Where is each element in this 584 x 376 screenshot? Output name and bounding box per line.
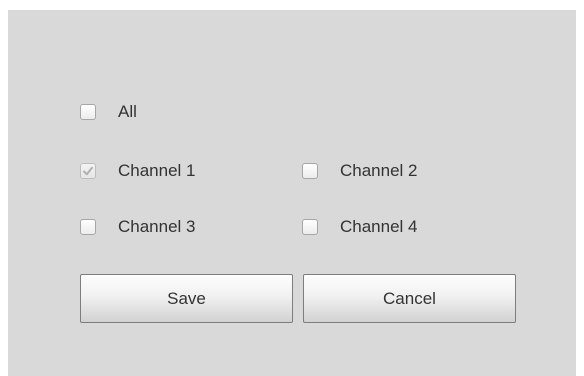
- channel-selection-panel: All Channel 1 Channel 2 Channel 3 Channe…: [8, 10, 576, 376]
- channel-2-label: Channel 2: [340, 161, 418, 180]
- channel-3-label: Channel 3: [118, 217, 196, 236]
- channel-2-checkbox[interactable]: [302, 163, 318, 179]
- all-checkbox[interactable]: [80, 104, 96, 120]
- cancel-button[interactable]: Cancel: [303, 274, 516, 323]
- check-icon: [83, 166, 93, 176]
- channel-1-option[interactable]: Channel 1: [80, 159, 196, 183]
- all-option[interactable]: All: [80, 100, 137, 124]
- channel-2-option[interactable]: Channel 2: [302, 159, 418, 183]
- channel-3-checkbox[interactable]: [80, 219, 96, 235]
- save-button[interactable]: Save: [80, 274, 293, 323]
- channel-4-label: Channel 4: [340, 217, 418, 236]
- channel-1-checkbox[interactable]: [80, 163, 96, 179]
- all-label: All: [118, 102, 137, 121]
- channel-1-label: Channel 1: [118, 161, 196, 180]
- channel-4-checkbox[interactable]: [302, 219, 318, 235]
- channel-4-option[interactable]: Channel 4: [302, 215, 418, 239]
- channel-3-option[interactable]: Channel 3: [80, 215, 196, 239]
